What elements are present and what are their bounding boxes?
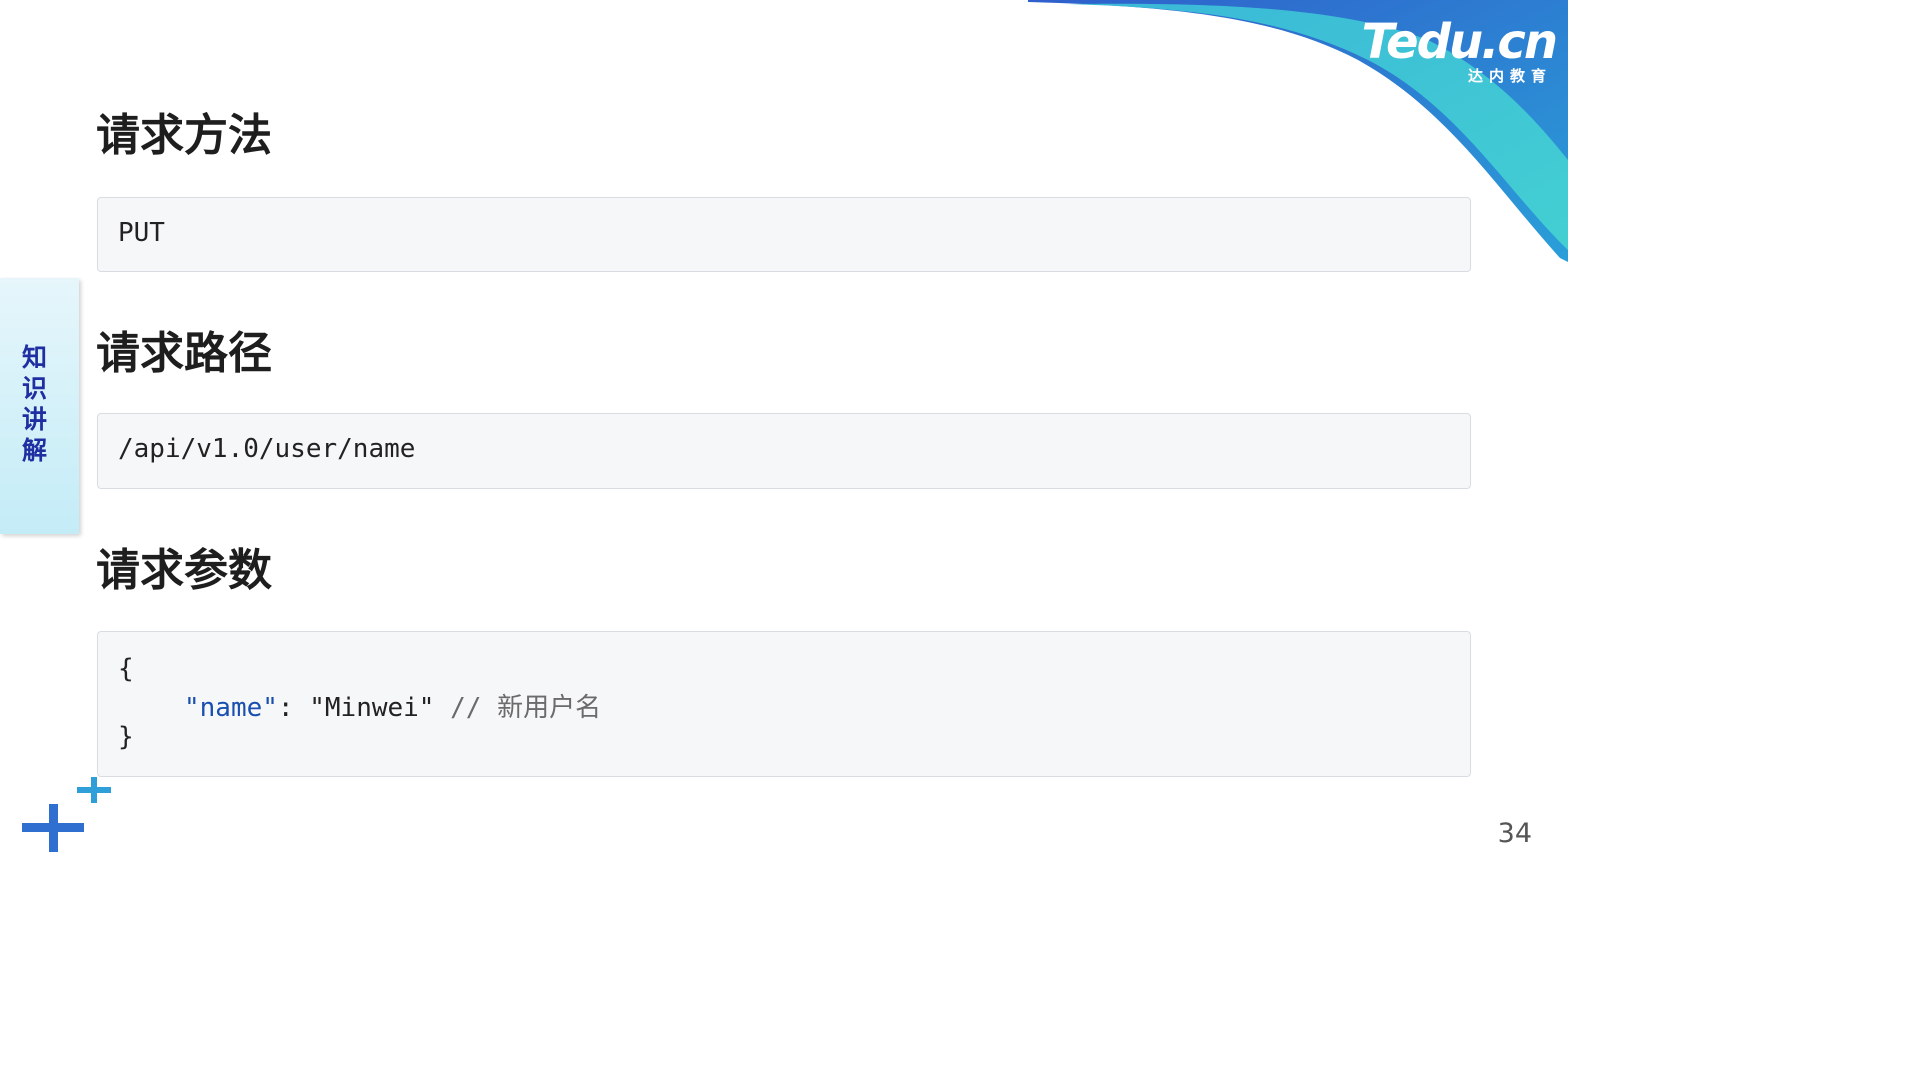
code-path-value: /api/v1.0/user/name xyxy=(118,434,416,464)
code-brace-open: { xyxy=(118,654,134,684)
code-param-comment: // 新用户名 xyxy=(450,693,602,723)
page-number: 34 xyxy=(1497,818,1532,849)
code-param-value: "Minwei" xyxy=(309,693,435,723)
code-block-method: PUT xyxy=(97,197,1471,272)
logo-subtitle: 达内教育 xyxy=(1467,67,1552,85)
tedu-logo: Tedu.cn 达内教育 xyxy=(1340,14,1559,90)
code-param-line: "name": "Minwei" // 新用户名 xyxy=(184,687,601,724)
side-tab: 知识讲解 xyxy=(0,278,79,534)
side-tab-label: 知识讲解 xyxy=(22,343,48,465)
logo-wordmark: Tedu.cn xyxy=(1361,14,1559,70)
section-heading-method: 请求方法 xyxy=(96,110,272,161)
code-brace-close: } xyxy=(118,722,134,752)
code-method-value: PUT xyxy=(118,218,165,248)
section-heading-params: 请求参数 xyxy=(96,545,272,596)
code-block-path: /api/v1.0/user/name xyxy=(97,413,1471,489)
section-heading-path: 请求路径 xyxy=(96,328,272,379)
code-param-colon: : xyxy=(277,693,310,723)
code-param-key: "name" xyxy=(184,693,278,723)
code-block-params: { "name": "Minwei" // 新用户名 } xyxy=(97,631,1471,777)
plus-icon-small xyxy=(77,777,111,803)
plus-icon-large xyxy=(22,804,84,852)
